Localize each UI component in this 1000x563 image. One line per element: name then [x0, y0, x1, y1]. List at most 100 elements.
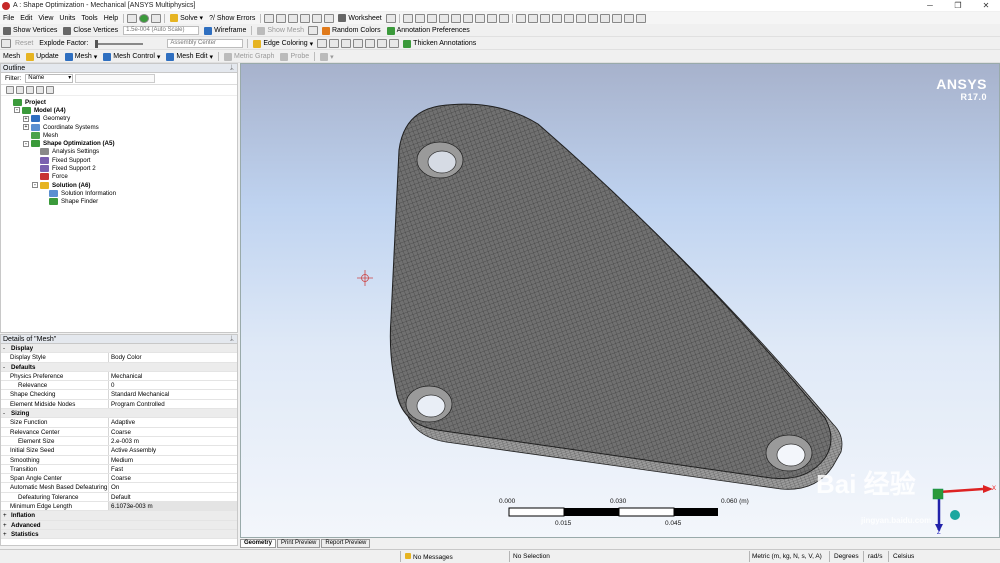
menu-units[interactable]: Units: [56, 15, 78, 22]
wireframe-button[interactable]: Wireframe: [201, 25, 249, 36]
details-value[interactable]: Active Assembly: [109, 446, 237, 454]
select-element-face-icon[interactable]: [486, 13, 497, 23]
magnifier-icon[interactable]: [575, 13, 586, 23]
tab-report-preview[interactable]: Report Preview: [321, 539, 371, 548]
collapse-icon[interactable]: -: [32, 182, 38, 189]
table-icon[interactable]: [300, 13, 311, 23]
set-view-icon[interactable]: [623, 13, 634, 23]
chart-icon[interactable]: [288, 13, 299, 23]
zoom-to-fit-icon[interactable]: [563, 13, 574, 23]
details-section[interactable]: - Defaults: [1, 362, 237, 372]
tree-node[interactable]: - Shape Optimization (A5): [1, 139, 237, 148]
select-filter-icon[interactable]: [498, 13, 509, 23]
details-row[interactable]: Automatic Mesh Based Defeaturing On: [1, 483, 237, 493]
box-zoom-icon[interactable]: [551, 13, 562, 23]
rotate-icon[interactable]: [515, 13, 526, 23]
menu-help[interactable]: Help: [101, 15, 121, 22]
thicken-annotations-button[interactable]: Thicken Annotations: [400, 38, 479, 49]
next-view-icon[interactable]: [599, 13, 610, 23]
status-temp-units[interactable]: Celsius: [893, 553, 914, 560]
restore-button[interactable]: ❐: [944, 0, 972, 11]
mesh-menu-button[interactable]: Mesh ▾: [62, 51, 101, 62]
tab-print-preview[interactable]: Print Preview: [277, 539, 321, 548]
details-row[interactable]: Display Style Body Color: [1, 353, 237, 363]
details-value[interactable]: Fast: [109, 465, 237, 473]
tree-node[interactable]: Shape Finder: [1, 198, 237, 206]
expand-icon[interactable]: +: [3, 530, 9, 538]
collapse-icon[interactable]: -: [3, 344, 9, 352]
assembly-center-combo[interactable]: Assembly Center: [167, 39, 244, 48]
details-section[interactable]: + Advanced: [1, 520, 237, 530]
details-section[interactable]: - Display: [1, 344, 237, 354]
pan-icon[interactable]: [527, 13, 538, 23]
details-row[interactable]: Physics Preference Mechanical: [1, 371, 237, 382]
graphics-viewport[interactable]: ANSYS R17.0 0.000 0.030 0.060 (m) 0.015 …: [240, 63, 1000, 538]
explode-factor-slider[interactable]: [95, 39, 144, 48]
details-section[interactable]: + Statistics: [1, 529, 237, 540]
collapse-icon[interactable]: -: [23, 140, 29, 147]
select-vertex-icon[interactable]: [414, 13, 425, 23]
select-mode-icon[interactable]: [385, 13, 396, 23]
details-value[interactable]: Coarse: [109, 428, 237, 436]
details-value[interactable]: Default: [109, 493, 237, 501]
details-value[interactable]: 0: [109, 381, 237, 389]
flag-icon[interactable]: [26, 86, 34, 94]
image-capture-icon[interactable]: [324, 13, 335, 23]
details-value[interactable]: Standard Mechanical: [109, 390, 237, 398]
tree-node[interactable]: Project: [1, 98, 237, 106]
details-row[interactable]: Smoothing Medium: [1, 455, 237, 465]
edge-display-1-icon[interactable]: [317, 39, 328, 48]
annotation-preferences-button[interactable]: Annotation Preferences: [384, 25, 473, 36]
close-vertices-button[interactable]: Close Vertices: [60, 25, 121, 36]
collapse-icon[interactable]: -: [3, 409, 9, 417]
status-messages[interactable]: No Messages: [405, 553, 453, 561]
details-row[interactable]: Minimum Edge Length 6.1073e-003 m: [1, 502, 237, 512]
expand-icon[interactable]: +: [3, 521, 9, 529]
details-value[interactable]: Adaptive: [109, 418, 237, 426]
worksheet-button[interactable]: Worksheet: [335, 13, 384, 24]
tree-node[interactable]: - Solution (A6): [1, 181, 237, 189]
details-row[interactable]: Relevance 0: [1, 381, 237, 391]
edge-display-5-icon[interactable]: [365, 39, 376, 48]
details-row[interactable]: Element Midside Nodes Program Controlled: [1, 399, 237, 410]
filter-search-input[interactable]: [75, 74, 156, 83]
image-icon[interactable]: [264, 13, 275, 23]
details-value[interactable]: Program Controlled: [109, 400, 237, 408]
select-body-icon[interactable]: [450, 13, 461, 23]
pin-icon[interactable]: ᛦ: [230, 335, 234, 344]
connect-icon[interactable]: [151, 13, 162, 23]
metric-graph-button[interactable]: Metric Graph: [221, 51, 277, 62]
probe-options-button[interactable]: ▾: [317, 51, 337, 62]
edge-display-2-icon[interactable]: [329, 39, 340, 48]
details-row[interactable]: Span Angle Center Coarse: [1, 474, 237, 484]
details-row[interactable]: Size Function Adaptive: [1, 418, 237, 428]
check-icon[interactable]: [139, 13, 150, 23]
probe-button[interactable]: Probe: [277, 51, 312, 62]
expand-icon[interactable]: +: [23, 115, 29, 122]
tree-node[interactable]: - Model (A4): [1, 106, 237, 114]
menu-view[interactable]: View: [35, 15, 56, 22]
tree-node[interactable]: + Geometry: [1, 115, 237, 123]
pin-icon[interactable]: ᛦ: [230, 64, 234, 73]
minimize-button[interactable]: ─: [916, 0, 944, 11]
details-section[interactable]: - Sizing: [1, 409, 237, 419]
menu-file[interactable]: File: [0, 15, 17, 22]
select-node-icon[interactable]: [462, 13, 473, 23]
comment-icon[interactable]: [312, 13, 323, 23]
filter-combo[interactable]: Name: [25, 74, 74, 83]
tree-node[interactable]: + Coordinate Systems: [1, 123, 237, 131]
show-errors-button[interactable]: ?/ Show Errors: [206, 13, 258, 24]
expand-icon[interactable]: +: [23, 124, 29, 131]
report-icon[interactable]: [276, 13, 287, 23]
collapse-icon[interactable]: -: [14, 107, 20, 114]
select-element-icon[interactable]: [474, 13, 485, 23]
details-value[interactable]: 2.e-003 m: [109, 437, 237, 445]
status-units[interactable]: Metric (m, kg, N, s, V, A): [752, 553, 822, 560]
tree-node[interactable]: Analysis Settings: [1, 148, 237, 156]
details-value[interactable]: Medium: [109, 456, 237, 464]
display-mode-icon[interactable]: [307, 26, 318, 35]
folder-icon[interactable]: [46, 86, 54, 94]
random-colors-button[interactable]: Random Colors: [319, 25, 384, 36]
viewport-layout-icon[interactable]: [635, 13, 646, 23]
select-face-icon[interactable]: [438, 13, 449, 23]
